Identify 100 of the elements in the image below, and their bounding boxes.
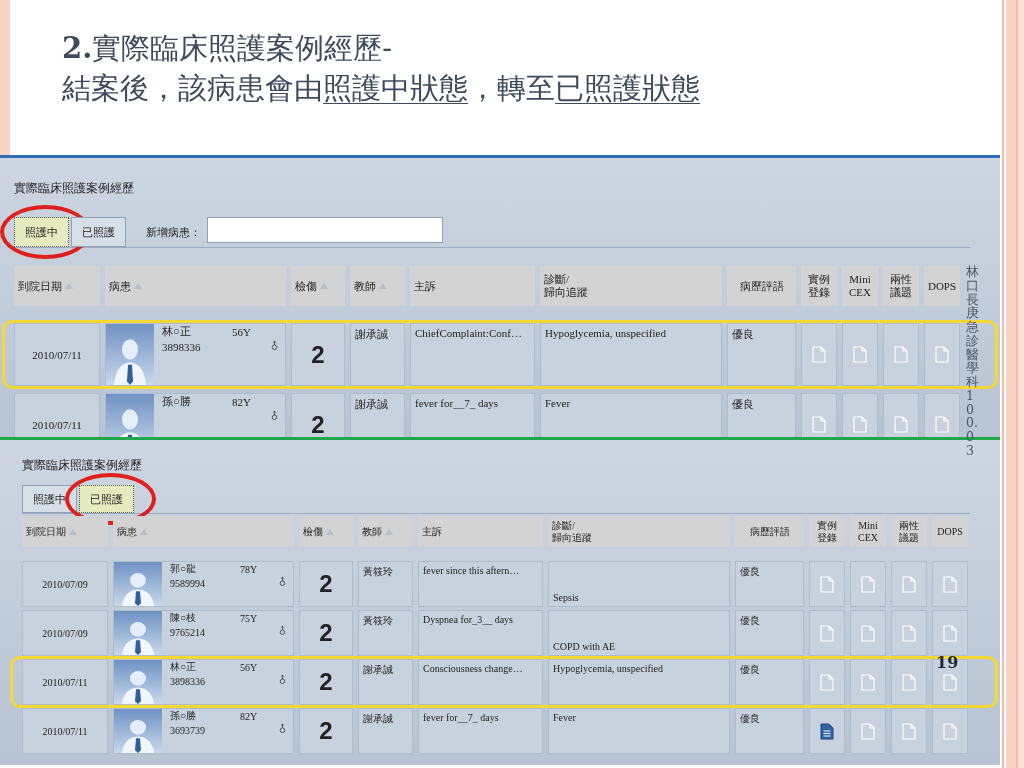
sort-arrow-icon — [320, 283, 328, 289]
patient-id: 9589994 — [170, 577, 206, 589]
table-cell: fever for__7_ days — [410, 393, 535, 437]
sort-arrow-icon — [326, 528, 334, 535]
patient-age: 75Y — [240, 612, 259, 624]
avatar-icon — [114, 611, 162, 655]
input-field[interactable] — [207, 217, 443, 243]
table-cell: 2010/07/11 — [14, 393, 100, 437]
patient-name: 孫○勝 — [162, 394, 192, 409]
patient-age: 56Y — [232, 325, 252, 338]
column-title: 實例 登錄 — [817, 520, 837, 543]
patient-age: 56Y — [240, 661, 259, 673]
table-cell: 2 — [291, 393, 345, 437]
column-header[interactable]: 病患 — [113, 516, 294, 547]
patient-name: 孫○勝 — [170, 709, 198, 723]
patient-id: 3693739 — [170, 724, 206, 736]
table-cell: 黃筱玲 — [358, 610, 413, 656]
table-cell: Consciousness change… — [418, 659, 543, 705]
column-title: 教師 — [354, 279, 376, 293]
avatar-icon — [114, 562, 162, 606]
male-icon — [279, 576, 286, 587]
sort-arrow-icon — [65, 283, 73, 289]
column-header[interactable]: 檢傷 — [299, 516, 353, 547]
table-cell: fever for__7_ days — [418, 708, 543, 754]
table-cell: 謝承誠 — [350, 393, 405, 437]
window-heading: 實際臨床照護案例經歷 — [14, 180, 135, 196]
table-cell: 謝承誠 — [350, 323, 405, 386]
patient-name: 林○正 — [162, 324, 192, 339]
table-cell: 2010/07/11 — [22, 659, 108, 705]
table-cell: 2010/07/11 — [22, 708, 108, 754]
column-title: Mini CEX — [858, 520, 878, 543]
table-cell: Fever — [540, 393, 722, 437]
table-cell: 2 — [299, 610, 353, 656]
table-cell: COPD with AE — [548, 610, 730, 656]
table-cell: 優良 — [735, 708, 804, 754]
column-title: 實例 登錄 — [808, 273, 830, 299]
column-title: 檢傷 — [295, 279, 317, 293]
table-cell: 2010/07/09 — [22, 610, 108, 656]
table-cell: 2 — [299, 561, 353, 607]
table-cell: 2010/07/11 — [14, 323, 100, 386]
table-cell: ChiefComplaint:Conf… — [410, 323, 535, 386]
tab[interactable]: 照護中 — [22, 485, 77, 513]
table-cell: Hypoglycemia, unspecified — [548, 659, 730, 705]
document-icon[interactable] — [820, 722, 834, 740]
table-cell: Dyspnea for_3__ days — [418, 610, 543, 656]
column-title: Mini CEX — [849, 273, 871, 299]
sort-arrow-icon — [140, 528, 148, 535]
column-header[interactable]: 到院日期 — [22, 516, 108, 547]
column-header[interactable]: 檢傷 — [291, 266, 345, 306]
column-title: 兩性 議題 — [899, 520, 919, 543]
table-cell: 2 — [299, 659, 353, 705]
tab[interactable]: 照護中 — [14, 217, 69, 247]
column-title: 到院日期 — [18, 279, 62, 293]
side-note: 林口長庚急診醫學科100.03 — [966, 265, 979, 458]
table-cell: 2010/07/09 — [22, 561, 108, 607]
sort-arrow-icon — [134, 283, 142, 289]
male-icon — [271, 340, 278, 351]
patient-age: 82Y — [232, 395, 252, 408]
page-number: 19 — [936, 654, 959, 672]
patient-name: 陳○枝 — [170, 611, 198, 625]
table-cell: 優良 — [727, 393, 796, 437]
male-icon — [279, 674, 286, 685]
avatar-icon — [114, 709, 162, 753]
column-title: DOPS — [927, 279, 957, 293]
avatar-icon — [114, 660, 162, 704]
table-cell: 優良 — [727, 323, 796, 386]
column-header[interactable]: 到院日期 — [14, 266, 100, 306]
slide-title: 結案後，該病患會由照護中狀態，轉至已照護狀態 — [62, 70, 701, 107]
sort-arrow-icon — [69, 528, 77, 535]
column-header[interactable]: 病患 — [105, 266, 286, 306]
patient-name: 郭○龍 — [170, 562, 198, 576]
column-title: 檢傷 — [303, 525, 323, 538]
column-header[interactable]: 教師 — [358, 516, 413, 547]
male-icon — [271, 410, 278, 421]
column-title: 病歷評語 — [739, 279, 784, 293]
column-title: 病歷評語 — [749, 525, 790, 538]
column-title: 教師 — [362, 525, 382, 538]
column-title: DOPS — [937, 525, 963, 538]
table-cell: 優良 — [735, 610, 804, 656]
patient-id: 3898336 — [162, 340, 202, 353]
patient-id: 3898336 — [170, 675, 206, 687]
table-cell: 黃筱玲 — [358, 561, 413, 607]
tab[interactable]: 已照護 — [79, 485, 134, 513]
column-title: 兩性 議題 — [890, 273, 912, 299]
patient-age: 78Y — [240, 563, 259, 575]
slide-title: 2.實際臨床照護案例經歷- — [62, 30, 394, 67]
column-title: 主訴 — [414, 279, 436, 293]
column-header[interactable]: 教師 — [350, 266, 405, 306]
column-title: 診斷/ 歸向追蹤 — [552, 520, 592, 543]
table-cell: 優良 — [735, 659, 804, 705]
tab[interactable]: 已照護 — [71, 217, 126, 247]
column-title: 主訴 — [422, 525, 442, 538]
patient-id: 9765214 — [170, 626, 206, 638]
table-cell: 2 — [291, 323, 345, 386]
avatar-icon — [106, 394, 154, 437]
sort-arrow-icon — [379, 283, 387, 289]
table-cell: 優良 — [735, 561, 804, 607]
table-cell: 2 — [299, 708, 353, 754]
column-title: 診斷/ 歸向追蹤 — [544, 273, 588, 299]
field-label: 新增病患： — [146, 224, 201, 240]
